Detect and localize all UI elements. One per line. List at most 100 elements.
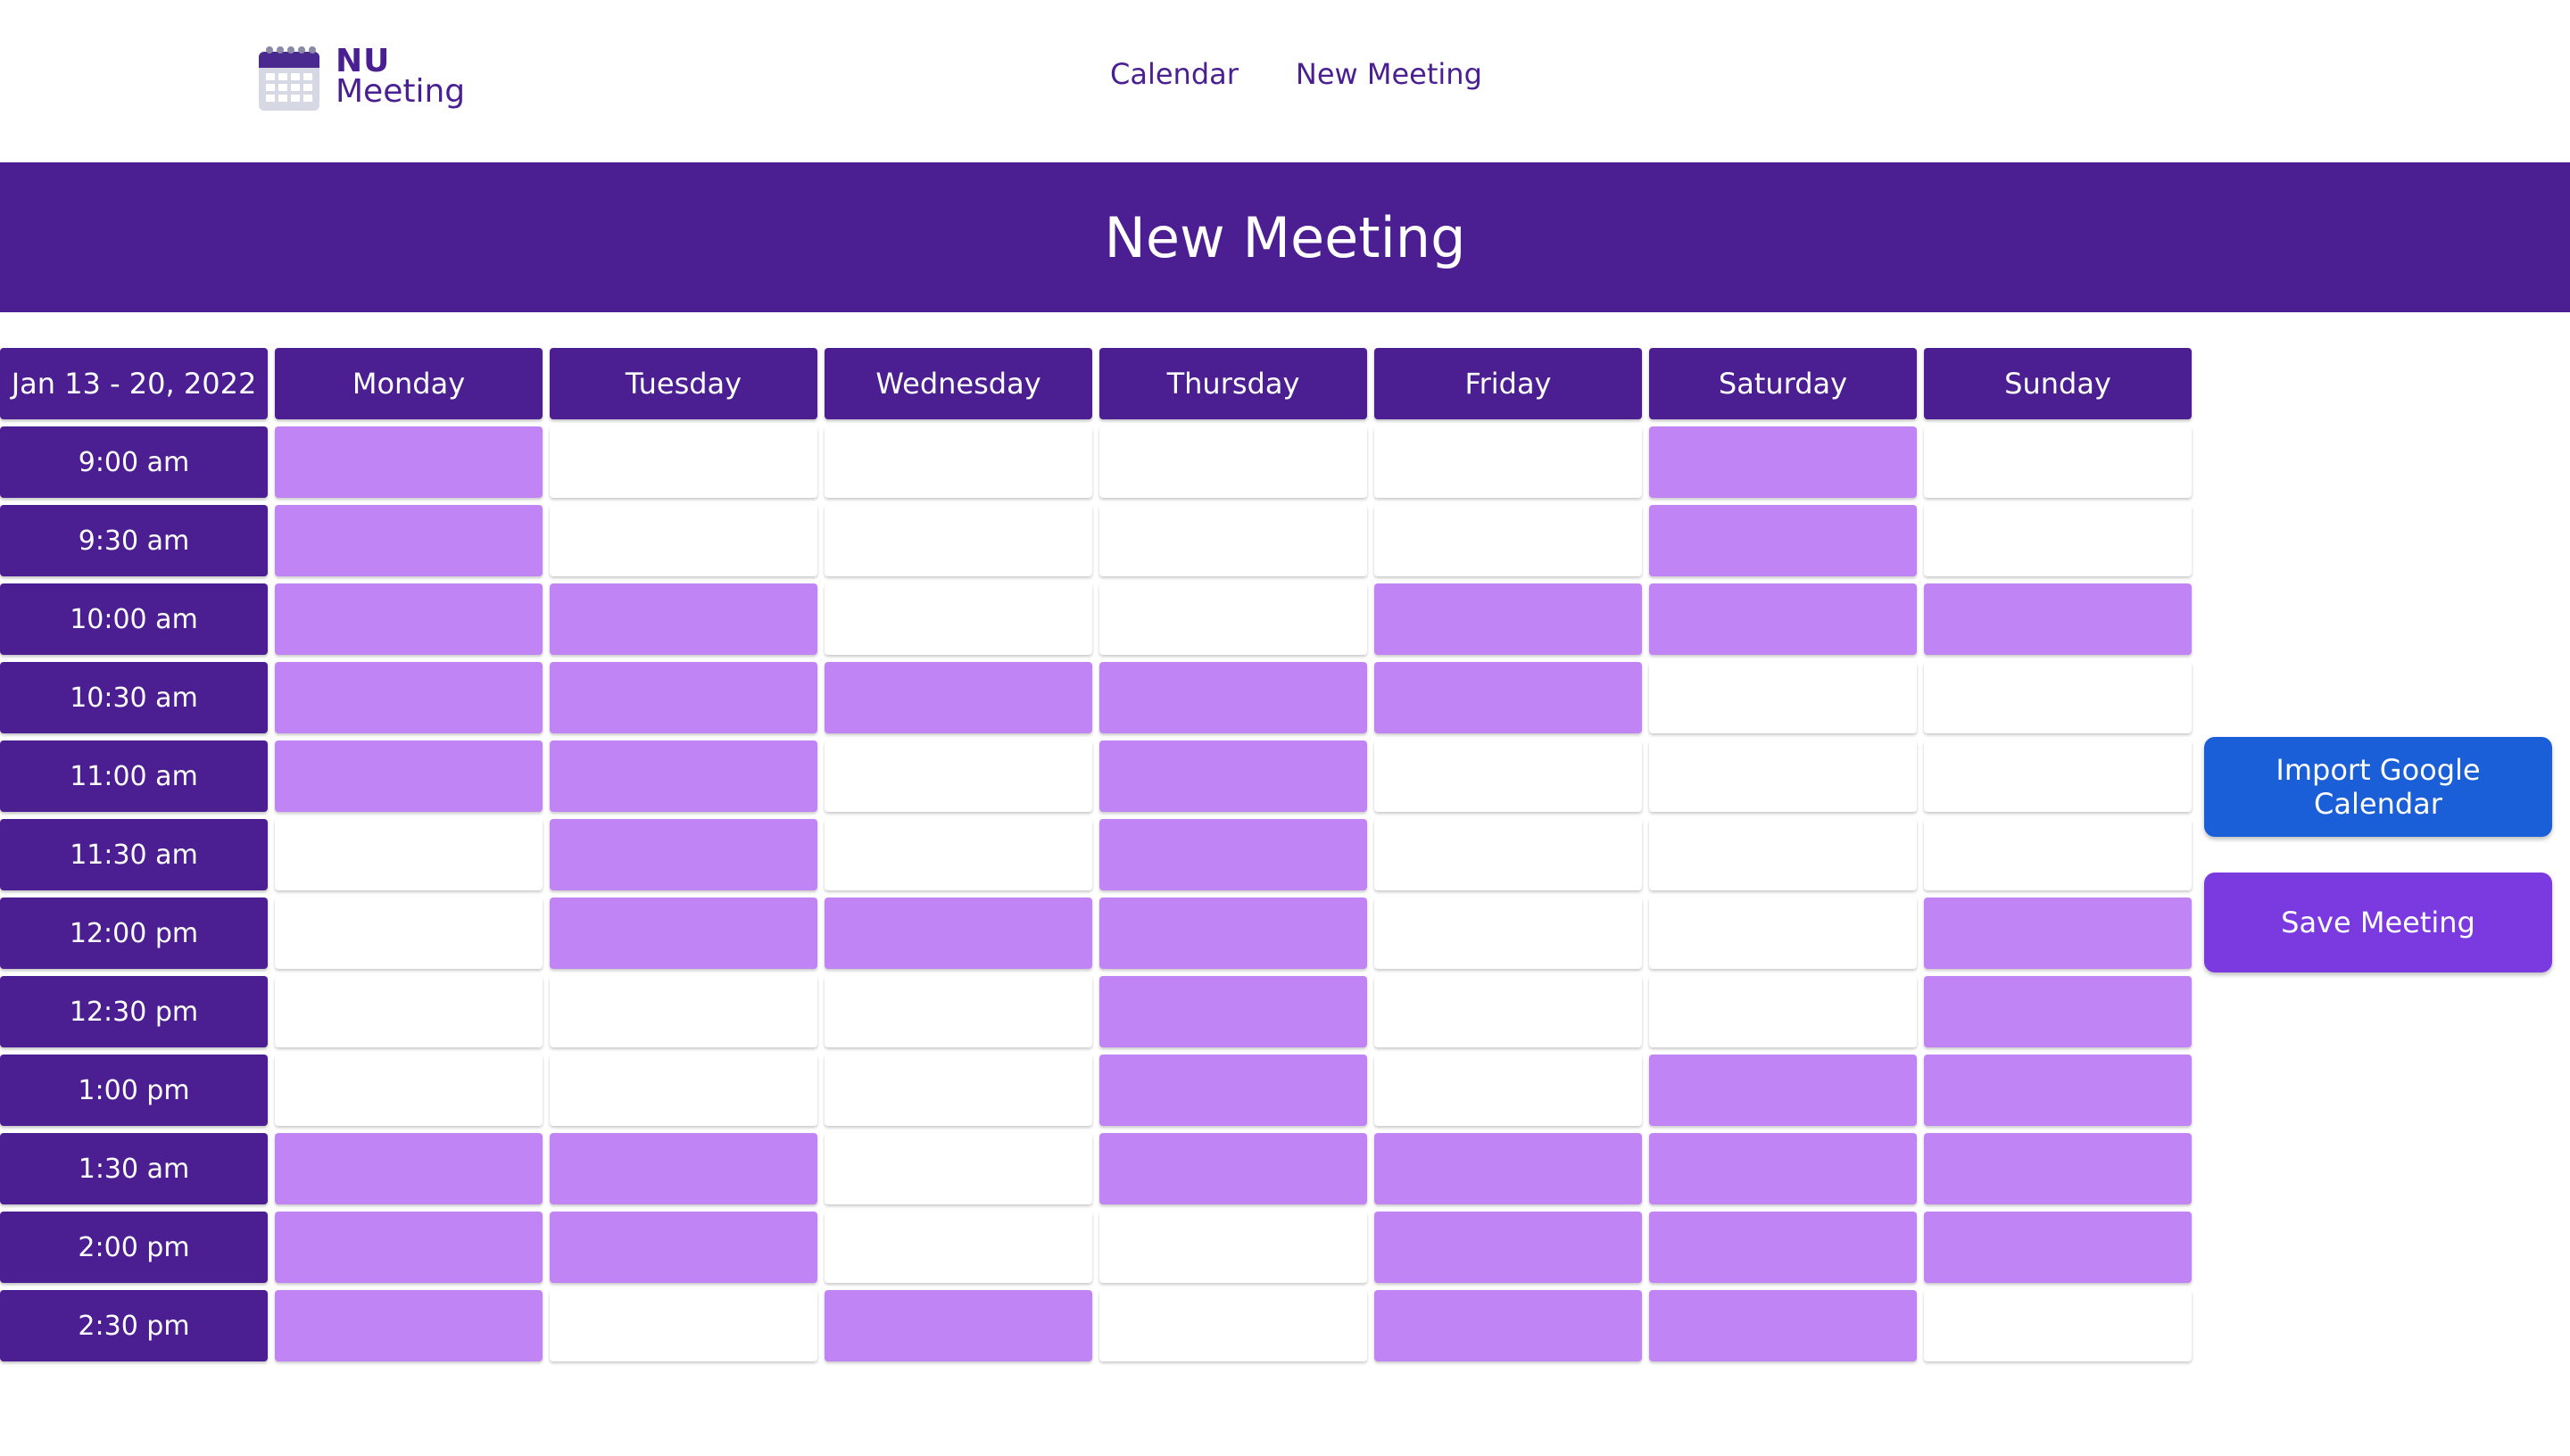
time-label: 10:30 am	[0, 662, 268, 733]
time-slot-thursday[interactable]	[1099, 1055, 1367, 1126]
time-slot-saturday[interactable]	[1649, 1133, 1917, 1204]
time-slot-thursday[interactable]	[1099, 505, 1367, 576]
nav-link-new-meeting[interactable]: New Meeting	[1296, 57, 1482, 91]
time-slot-sunday[interactable]	[1924, 1212, 2192, 1283]
time-slot-monday[interactable]	[275, 583, 543, 655]
time-slot-thursday[interactable]	[1099, 819, 1367, 890]
nav-link-calendar[interactable]: Calendar	[1110, 57, 1239, 91]
time-slot-wednesday[interactable]	[825, 1290, 1092, 1361]
time-slot-thursday[interactable]	[1099, 1133, 1367, 1204]
time-slot-tuesday[interactable]	[550, 1212, 817, 1283]
time-slot-saturday[interactable]	[1649, 1290, 1917, 1361]
time-slot-sunday[interactable]	[1924, 426, 2192, 498]
time-slot-saturday[interactable]	[1649, 976, 1917, 1047]
time-slot-tuesday[interactable]	[550, 898, 817, 969]
time-slot-friday[interactable]	[1374, 505, 1642, 576]
import-google-calendar-button[interactable]: Import Google Calendar	[2204, 737, 2552, 837]
time-slot-wednesday[interactable]	[825, 1133, 1092, 1204]
save-meeting-button[interactable]: Save Meeting	[2204, 873, 2552, 972]
time-slot-monday[interactable]	[275, 426, 543, 498]
time-slot-wednesday[interactable]	[825, 1055, 1092, 1126]
time-slot-friday[interactable]	[1374, 662, 1642, 733]
time-slot-wednesday[interactable]	[825, 819, 1092, 890]
time-slot-wednesday[interactable]	[825, 426, 1092, 498]
time-slot-friday[interactable]	[1374, 426, 1642, 498]
time-label: 9:00 am	[0, 426, 268, 498]
time-slot-thursday[interactable]	[1099, 662, 1367, 733]
time-slot-wednesday[interactable]	[825, 898, 1092, 969]
time-slot-sunday[interactable]	[1924, 1055, 2192, 1126]
time-slot-monday[interactable]	[275, 1290, 543, 1361]
time-slot-wednesday[interactable]	[825, 662, 1092, 733]
time-slot-monday[interactable]	[275, 740, 543, 812]
time-slot-sunday[interactable]	[1924, 976, 2192, 1047]
day-header-friday: Friday	[1374, 348, 1642, 419]
time-slot-tuesday[interactable]	[550, 1133, 817, 1204]
time-slot-wednesday[interactable]	[825, 976, 1092, 1047]
time-slot-thursday[interactable]	[1099, 1290, 1367, 1361]
time-slot-monday[interactable]	[275, 1133, 543, 1204]
time-slot-saturday[interactable]	[1649, 898, 1917, 969]
time-slot-thursday[interactable]	[1099, 976, 1367, 1047]
time-slot-sunday[interactable]	[1924, 583, 2192, 655]
time-slot-wednesday[interactable]	[825, 583, 1092, 655]
time-slot-saturday[interactable]	[1649, 662, 1917, 733]
time-slot-thursday[interactable]	[1099, 898, 1367, 969]
time-slot-saturday[interactable]	[1649, 583, 1917, 655]
time-slot-friday[interactable]	[1374, 583, 1642, 655]
time-label: 12:30 pm	[0, 976, 268, 1047]
time-slot-wednesday[interactable]	[825, 505, 1092, 576]
time-slot-tuesday[interactable]	[550, 426, 817, 498]
time-slot-saturday[interactable]	[1649, 505, 1917, 576]
time-slot-tuesday[interactable]	[550, 1055, 817, 1126]
main-nav: Calendar New Meeting	[1110, 57, 1482, 91]
time-slot-sunday[interactable]	[1924, 1290, 2192, 1361]
time-slot-sunday[interactable]	[1924, 1133, 2192, 1204]
time-slot-sunday[interactable]	[1924, 505, 2192, 576]
time-slot-tuesday[interactable]	[550, 976, 817, 1047]
time-slot-saturday[interactable]	[1649, 740, 1917, 812]
brand-name: NU Meeting	[336, 46, 465, 108]
time-slot-friday[interactable]	[1374, 1212, 1642, 1283]
time-slot-sunday[interactable]	[1924, 819, 2192, 890]
time-slot-monday[interactable]	[275, 505, 543, 576]
day-header-tuesday: Tuesday	[550, 348, 817, 419]
time-slot-saturday[interactable]	[1649, 426, 1917, 498]
time-slot-tuesday[interactable]	[550, 662, 817, 733]
day-header-saturday: Saturday	[1649, 348, 1917, 419]
top-bar: NU Meeting Calendar New Meeting	[0, 0, 2570, 162]
time-slot-saturday[interactable]	[1649, 1055, 1917, 1126]
day-header-sunday: Sunday	[1924, 348, 2192, 419]
time-slot-tuesday[interactable]	[550, 819, 817, 890]
time-slot-sunday[interactable]	[1924, 662, 2192, 733]
time-slot-saturday[interactable]	[1649, 1212, 1917, 1283]
time-slot-thursday[interactable]	[1099, 426, 1367, 498]
time-slot-sunday[interactable]	[1924, 740, 2192, 812]
time-slot-tuesday[interactable]	[550, 740, 817, 812]
time-slot-monday[interactable]	[275, 819, 543, 890]
time-slot-tuesday[interactable]	[550, 1290, 817, 1361]
time-slot-friday[interactable]	[1374, 1290, 1642, 1361]
time-slot-wednesday[interactable]	[825, 1212, 1092, 1283]
time-slot-thursday[interactable]	[1099, 740, 1367, 812]
app-logo[interactable]: NU Meeting	[257, 41, 465, 112]
time-slot-monday[interactable]	[275, 662, 543, 733]
time-slot-friday[interactable]	[1374, 1055, 1642, 1126]
time-slot-tuesday[interactable]	[550, 505, 817, 576]
time-slot-thursday[interactable]	[1099, 583, 1367, 655]
time-slot-monday[interactable]	[275, 898, 543, 969]
time-slot-thursday[interactable]	[1099, 1212, 1367, 1283]
time-slot-friday[interactable]	[1374, 819, 1642, 890]
time-slot-friday[interactable]	[1374, 898, 1642, 969]
time-label: 11:30 am	[0, 819, 268, 890]
time-slot-monday[interactable]	[275, 976, 543, 1047]
time-slot-wednesday[interactable]	[825, 740, 1092, 812]
time-slot-monday[interactable]	[275, 1055, 543, 1126]
time-slot-sunday[interactable]	[1924, 898, 2192, 969]
time-slot-monday[interactable]	[275, 1212, 543, 1283]
time-slot-friday[interactable]	[1374, 976, 1642, 1047]
time-slot-friday[interactable]	[1374, 740, 1642, 812]
time-slot-saturday[interactable]	[1649, 819, 1917, 890]
time-slot-tuesday[interactable]	[550, 583, 817, 655]
time-slot-friday[interactable]	[1374, 1133, 1642, 1204]
